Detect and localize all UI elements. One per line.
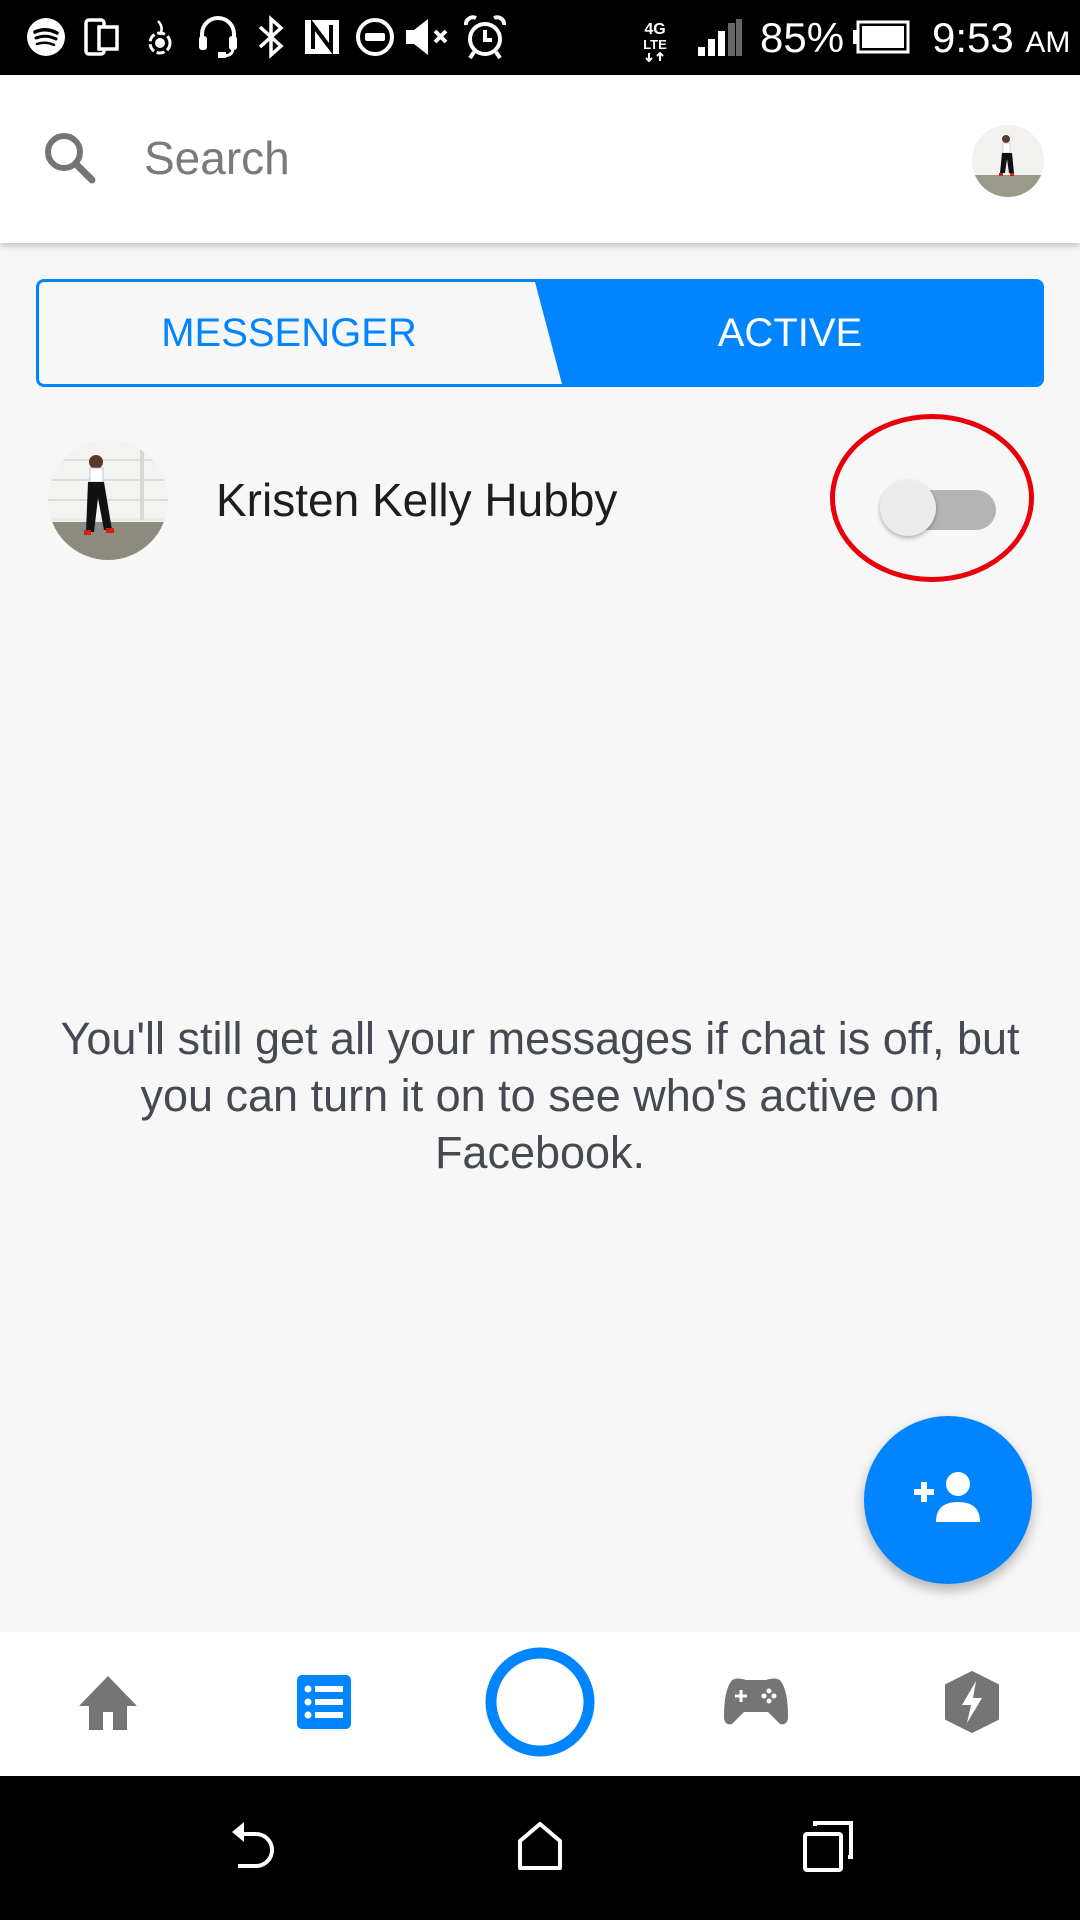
add-contact-button[interactable] <box>864 1416 1032 1584</box>
clock-ampm: AM <box>1025 26 1071 59</box>
svg-text:LTE: LTE <box>643 37 667 52</box>
contact-row[interactable]: Kristen Kelly Hubby <box>0 430 1080 570</box>
search-input[interactable] <box>144 125 844 191</box>
clock-time: 9:53 <box>932 14 1014 61</box>
nav-discover[interactable] <box>864 1632 1080 1776</box>
system-navigation-bar <box>0 1776 1080 1920</box>
chat-off-info-text: You'll still get all your messages if ch… <box>60 1013 1020 1178</box>
status-bar: 4G LTE 85% 9:53 AM <box>0 0 1080 75</box>
bluetooth-icon <box>256 14 286 60</box>
toggle-thumb <box>880 480 936 536</box>
system-recents-button[interactable] <box>728 1776 928 1920</box>
camera-circle-icon <box>484 1646 596 1763</box>
system-home-button[interactable] <box>440 1776 640 1920</box>
active-status-toggle[interactable] <box>880 476 1000 536</box>
nav-camera[interactable] <box>432 1632 648 1776</box>
tab-switcher: MESSENGER ACTIVE <box>36 279 1044 387</box>
tab-active[interactable]: ACTIVE <box>539 282 1041 384</box>
bottom-navigation <box>0 1632 1080 1776</box>
svg-text:4G: 4G <box>644 21 665 38</box>
spotify-icon <box>26 14 66 60</box>
system-back-button[interactable] <box>152 1776 352 1920</box>
nav-people[interactable] <box>216 1632 432 1776</box>
battery-percent: 85% <box>760 14 845 61</box>
people-list-icon <box>296 1674 352 1735</box>
home-icon <box>77 1674 139 1735</box>
recents-icon <box>802 1820 854 1877</box>
signal-icon <box>696 14 744 60</box>
back-icon <box>226 1820 278 1877</box>
nav-games[interactable] <box>648 1632 864 1776</box>
clock: 9:53 AM <box>932 10 1070 71</box>
nav-home[interactable] <box>0 1632 216 1776</box>
contact-name: Kristen Kelly Hubby <box>216 474 618 526</box>
mute-icon <box>404 14 452 60</box>
screen-mirror-icon <box>84 14 120 60</box>
headset-icon <box>196 14 240 60</box>
nfc-icon <box>302 14 342 60</box>
alarm-icon <box>462 14 508 60</box>
home-icon <box>517 1821 563 1876</box>
do-not-disturb-icon <box>354 14 396 60</box>
location-beacon-icon <box>140 14 180 60</box>
tab-messenger[interactable]: MESSENGER <box>39 282 539 384</box>
games-icon <box>722 1676 790 1733</box>
4g-lte-icon: 4G LTE <box>636 18 674 64</box>
search-icon[interactable] <box>40 128 100 188</box>
profile-avatar[interactable] <box>972 125 1044 197</box>
battery-icon <box>852 14 910 60</box>
contact-avatar <box>48 440 168 560</box>
search-header <box>0 75 1080 243</box>
add-person-icon <box>910 1470 986 1531</box>
discover-bolt-icon <box>944 1670 1000 1738</box>
